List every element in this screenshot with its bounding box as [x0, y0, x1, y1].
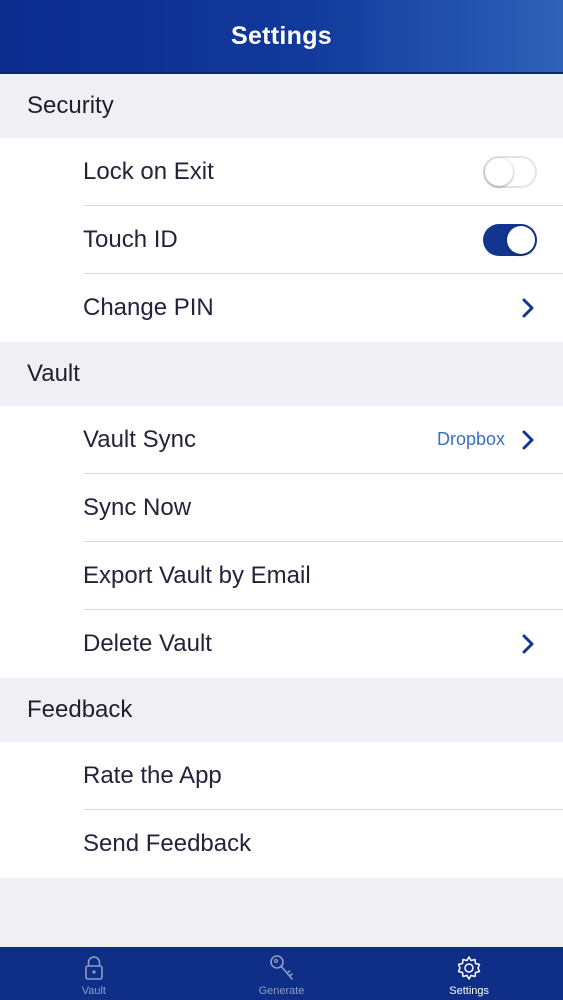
- row-label: Delete Vault: [83, 630, 212, 657]
- settings-row-sync-now[interactable]: Sync Now: [83, 474, 563, 542]
- lock-on-exit-toggle[interactable]: [483, 155, 537, 188]
- chevron-right-icon: [522, 634, 534, 654]
- settings-row-change-pin[interactable]: Change PIN: [83, 274, 563, 342]
- tab-vault[interactable]: Vault: [0, 947, 188, 1000]
- nav-bar: Settings: [0, 0, 563, 74]
- vault-group: Vault Sync Dropbox Sync Now Export Vault…: [0, 406, 563, 678]
- tab-generate[interactable]: Generate: [188, 947, 376, 1000]
- row-accessory: [519, 633, 537, 655]
- gear-icon: [457, 956, 481, 980]
- settings-list: Security Lock on Exit Touch ID Change PI…: [0, 74, 563, 878]
- tab-label: Settings: [449, 985, 490, 997]
- lock-icon: [85, 956, 103, 980]
- settings-row-touch-id: Touch ID: [83, 206, 563, 274]
- settings-row-delete-vault[interactable]: Delete Vault: [83, 610, 563, 678]
- row-label: Send Feedback: [83, 830, 252, 857]
- row-label: Touch ID: [83, 225, 178, 253]
- tab-label: Vault: [81, 985, 106, 997]
- chevron-right-icon: [522, 430, 534, 449]
- touch-id-toggle[interactable]: [483, 223, 537, 256]
- page-title: Settings: [230, 21, 333, 50]
- row-accessory: [519, 297, 537, 319]
- row-label: Rate the App: [83, 761, 222, 789]
- settings-row-rate-app[interactable]: Rate the App: [83, 742, 563, 810]
- row-label: Export Vault by Email: [83, 561, 311, 589]
- settings-row-vault-sync[interactable]: Vault Sync Dropbox: [83, 406, 563, 474]
- settings-row-export-vault[interactable]: Export Vault by Email: [83, 542, 563, 610]
- chevron-right-icon: [522, 298, 534, 318]
- section-header-feedback: Feedback: [0, 678, 563, 742]
- row-label: Change PIN: [83, 294, 214, 321]
- tab-bar: Vault Generate Settings: [0, 947, 563, 1000]
- vault-sync-provider: Dropbox: [436, 429, 505, 449]
- row-label: Vault Sync: [83, 425, 196, 453]
- toggle-knob: [485, 157, 513, 186]
- toggle-knob: [507, 225, 535, 254]
- tab-settings[interactable]: Settings: [375, 947, 563, 1000]
- row-label: Lock on Exit: [83, 157, 214, 185]
- feedback-group: Rate the App Send Feedback: [0, 742, 563, 878]
- settings-row-send-feedback[interactable]: Send Feedback: [83, 810, 563, 878]
- key-icon: [269, 955, 293, 980]
- section-header-security: Security: [0, 74, 563, 138]
- row-accessory: Dropbox: [437, 429, 537, 451]
- settings-row-lock-on-exit: Lock on Exit: [83, 138, 563, 206]
- section-header-vault: Vault: [0, 342, 563, 406]
- row-label: Sync Now: [83, 493, 192, 521]
- security-group: Lock on Exit Touch ID Change PIN: [0, 138, 563, 342]
- tab-label: Generate: [258, 985, 305, 997]
